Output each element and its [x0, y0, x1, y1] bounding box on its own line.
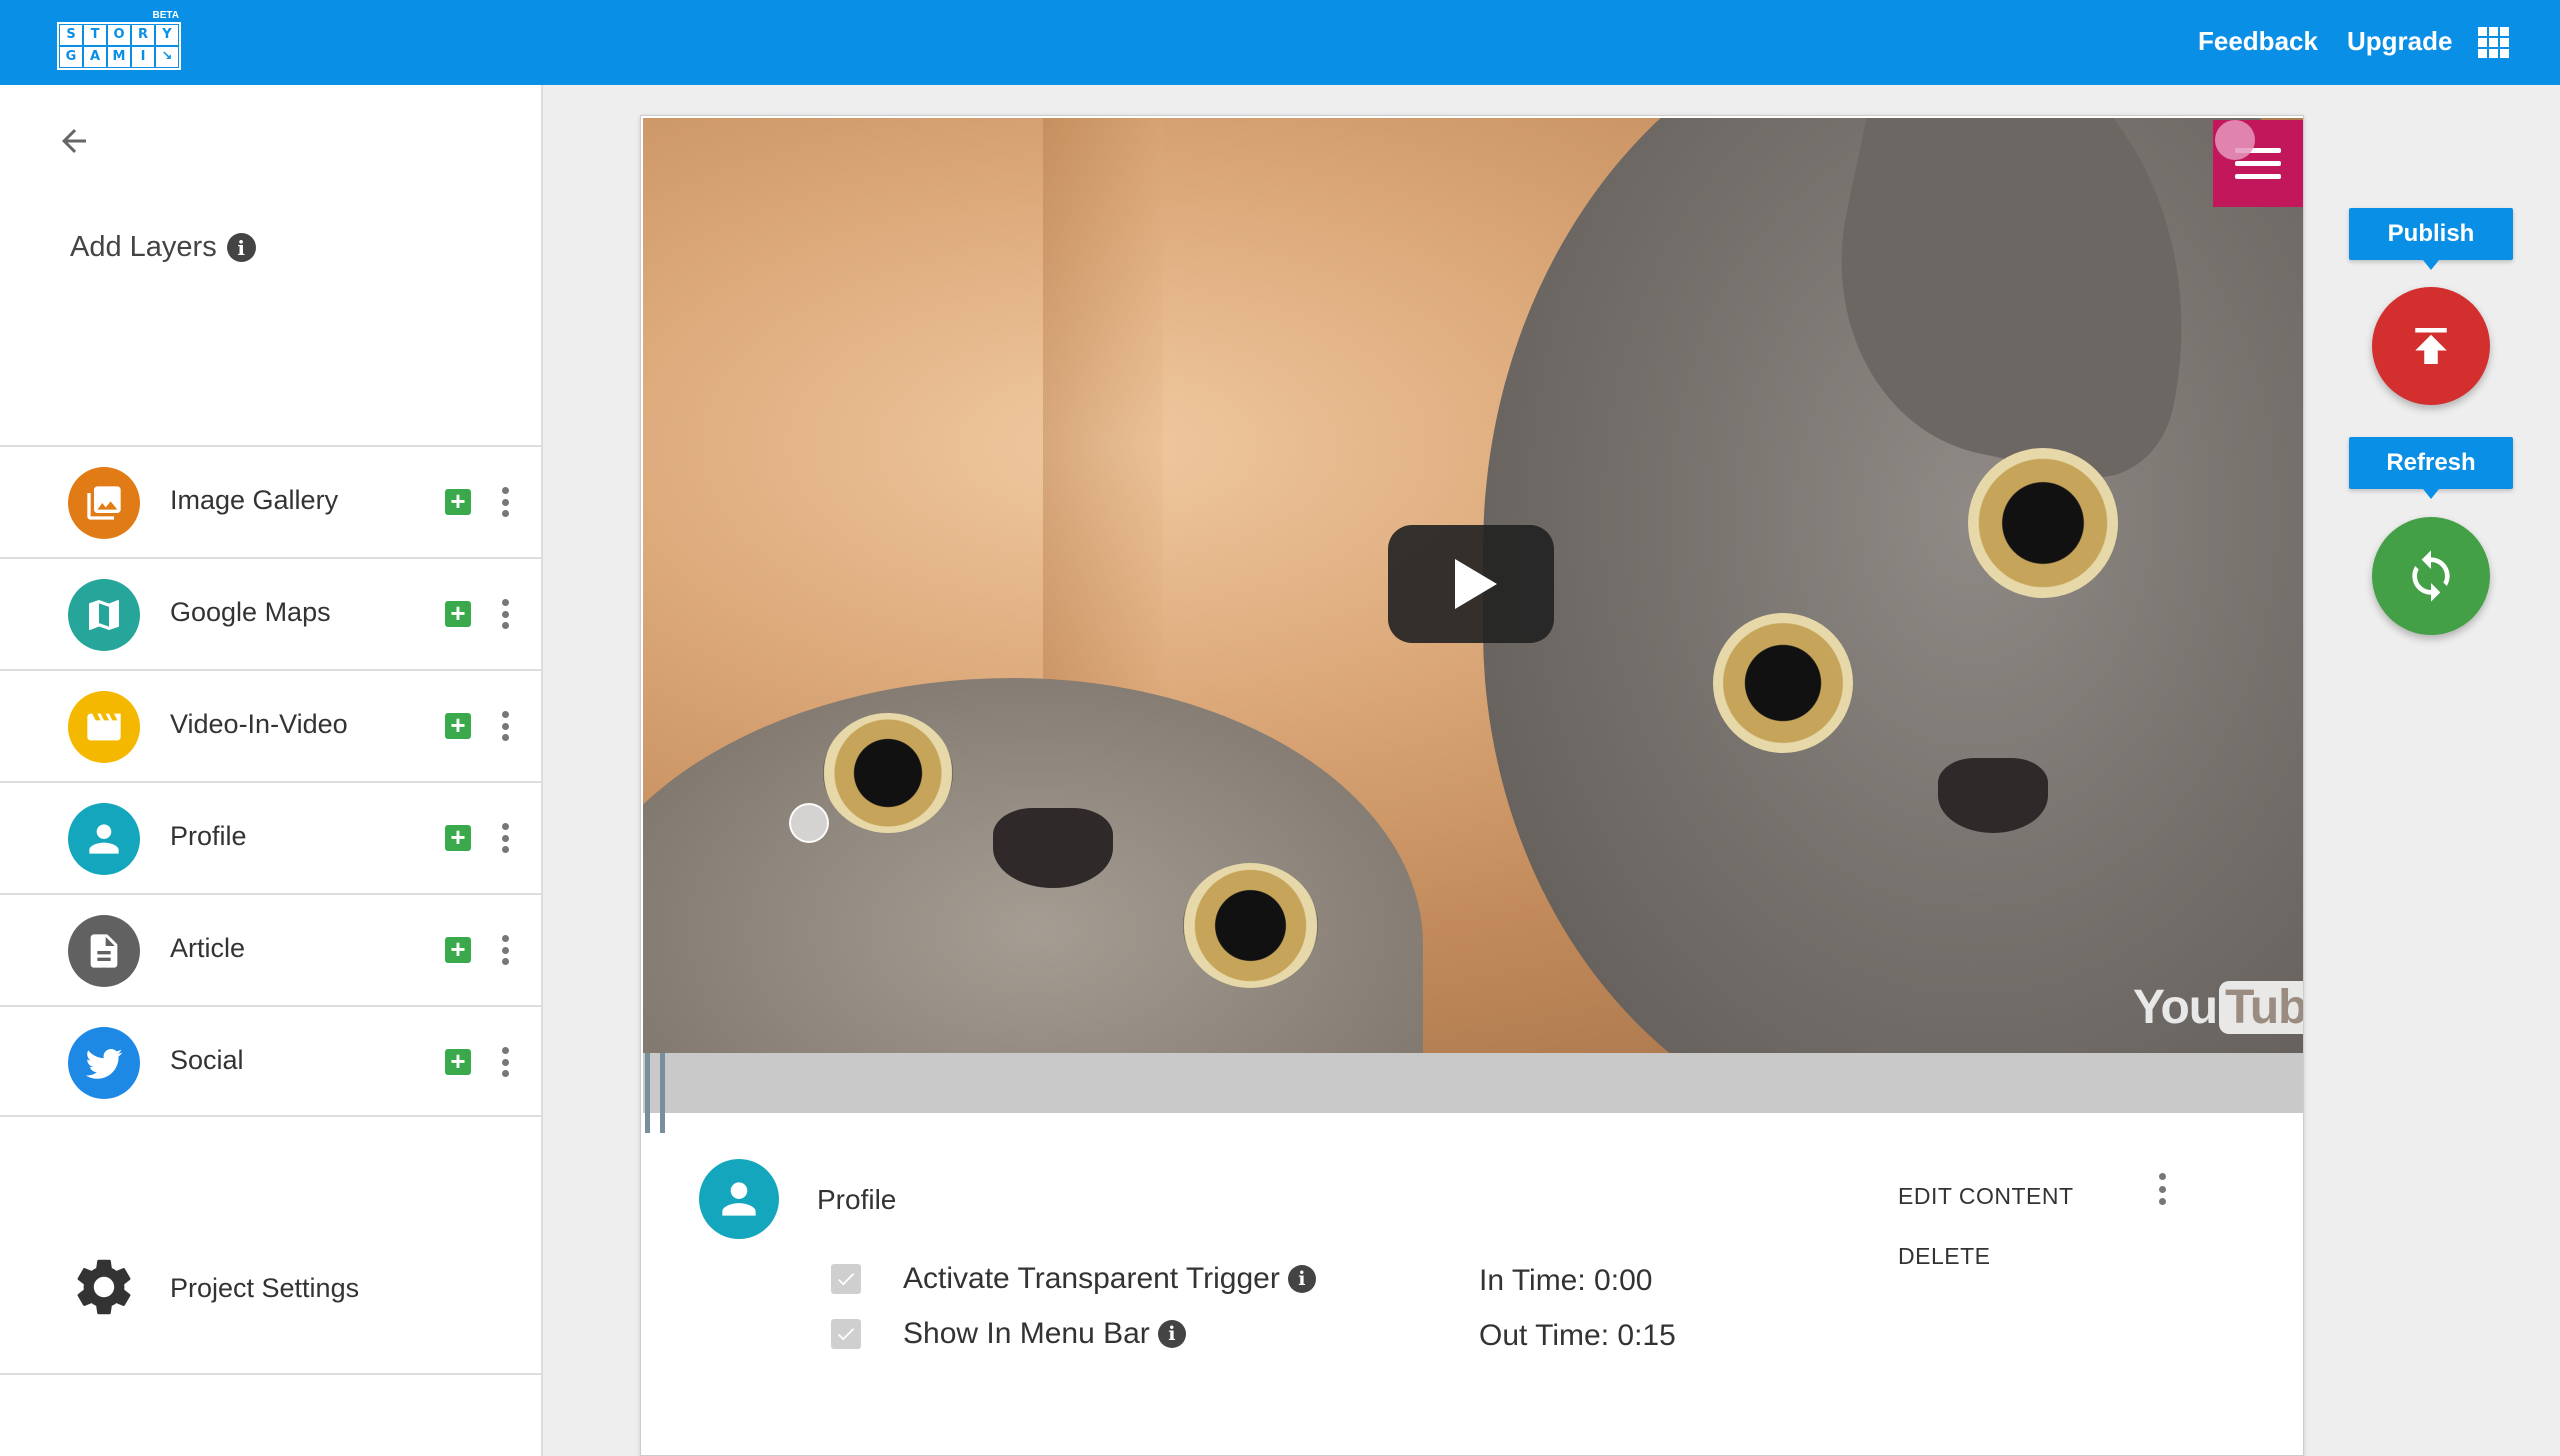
cat-eye — [1968, 448, 2118, 598]
layer-title: Profile — [817, 1184, 897, 1215]
show-in-menu-bar-option: Show In Menu Bar i — [831, 1314, 1186, 1354]
layer-label: Image Gallery — [170, 485, 339, 515]
transparent-trigger-option: Activate Transparent Trigger i — [831, 1259, 1316, 1299]
clapperboard-icon — [68, 691, 140, 763]
beta-badge: BETA — [152, 10, 179, 21]
project-settings-item[interactable]: Project Settings — [0, 1205, 543, 1375]
layer-item-profile[interactable]: Profile + — [0, 781, 543, 893]
logo-letter: ↘ — [155, 46, 179, 68]
image-gallery-icon — [68, 467, 140, 539]
logo-letter: T — [83, 24, 107, 46]
layer-label: Video-In-Video — [170, 709, 348, 739]
add-layers-title: Add Layers — [70, 231, 217, 263]
person-icon — [699, 1159, 779, 1239]
logo-letter: O — [107, 24, 131, 46]
cat-eye — [1713, 613, 1853, 753]
layer-trigger-marker[interactable] — [2215, 120, 2255, 160]
cat-nose — [993, 808, 1113, 888]
cat-nose — [1938, 758, 2048, 833]
refresh-button[interactable] — [2372, 517, 2490, 635]
add-layers-heading: Add Layers i — [70, 231, 256, 264]
info-icon[interactable]: i — [1287, 1265, 1316, 1293]
feedback-link[interactable]: Feedback — [2198, 26, 2318, 57]
more-options-icon[interactable] — [2158, 1173, 2166, 1205]
refresh-tooltip[interactable]: Refresh — [2349, 437, 2513, 499]
layer-label: Social — [170, 1045, 244, 1075]
person-icon — [68, 803, 140, 875]
logo-letter: A — [83, 46, 107, 68]
storygami-logo[interactable]: BETA S T O R Y G A M I ↘ — [57, 10, 181, 70]
timeline-bar[interactable] — [643, 1053, 2303, 1113]
transparent-trigger-checkbox[interactable] — [831, 1264, 861, 1294]
layer-type-list: Image Gallery + Google Maps + Video-In-V… — [0, 445, 543, 1117]
youtube-logo: YouTube — [2133, 980, 2303, 1035]
layer-item-video-in-video[interactable]: Video-In-Video + — [0, 669, 543, 781]
video-player[interactable]: YouTube — [643, 118, 2303, 1053]
layer-item-google-maps[interactable]: Google Maps + — [0, 557, 543, 669]
more-options-icon[interactable] — [501, 599, 509, 629]
document-icon — [68, 915, 140, 987]
more-options-icon[interactable] — [501, 1047, 509, 1077]
more-options-icon[interactable] — [501, 935, 509, 965]
layer-label: Article — [170, 933, 246, 963]
cat-eye — [1183, 863, 1318, 988]
publish-icon — [2415, 328, 2447, 364]
layer-label: Profile — [170, 821, 247, 851]
layers-sidebar: Add Layers i Image Gallery + Google Maps… — [0, 85, 543, 1456]
gear-icon — [77, 1259, 131, 1315]
play-icon — [1455, 559, 1497, 609]
map-icon — [68, 579, 140, 651]
layer-item-social[interactable]: Social + — [0, 1005, 543, 1117]
logo-letter: M — [107, 46, 131, 68]
add-layer-button[interactable]: + — [445, 712, 471, 739]
out-time-label: Out Time: — [1479, 1319, 1610, 1352]
top-app-bar: BETA S T O R Y G A M I ↘ Feedback Upgrad… — [0, 0, 2560, 85]
story-editor: YouTube Profile EDIT CONTENT DELETE Acti… — [640, 115, 2304, 1456]
apps-grid-icon[interactable] — [2478, 27, 2509, 58]
layer-trigger-marker[interactable] — [789, 803, 829, 843]
info-icon[interactable]: i — [1157, 1320, 1186, 1348]
add-layer-button[interactable]: + — [445, 1048, 471, 1075]
publish-tooltip[interactable]: Publish — [2349, 208, 2513, 270]
layer-item-image-gallery[interactable]: Image Gallery + — [0, 445, 543, 557]
logo-letter: R — [131, 24, 155, 46]
arrow-back-icon[interactable] — [56, 123, 92, 159]
logo-letter: G — [59, 46, 83, 68]
logo-letter: S — [59, 24, 83, 46]
twitter-bird-icon — [68, 1027, 140, 1099]
logo-grid: S T O R Y G A M I ↘ — [57, 22, 181, 70]
out-time: Out Time: 0:15 — [1479, 1319, 1676, 1353]
layer-item-article[interactable]: Article + — [0, 893, 543, 1005]
timeline-playhead[interactable] — [645, 1053, 667, 1133]
show-in-menu-bar-checkbox[interactable] — [831, 1319, 861, 1349]
refresh-icon — [2412, 550, 2450, 602]
add-layer-button[interactable]: + — [445, 936, 471, 963]
publish-button[interactable] — [2372, 287, 2490, 405]
in-time-label: In Time: — [1479, 1264, 1586, 1297]
layer-label: Google Maps — [170, 597, 331, 627]
project-settings-label: Project Settings — [170, 1273, 360, 1303]
add-layer-button[interactable]: + — [445, 600, 471, 627]
in-time-value[interactable]: 0:00 — [1594, 1264, 1652, 1297]
cat-eye — [823, 713, 953, 833]
info-icon[interactable]: i — [226, 233, 256, 262]
add-layer-button[interactable]: + — [445, 488, 471, 515]
more-options-icon[interactable] — [501, 487, 509, 517]
logo-letter: Y — [155, 24, 179, 46]
transparent-trigger-label: Activate Transparent Trigger i — [903, 1262, 1316, 1296]
more-options-icon[interactable] — [501, 711, 509, 741]
upgrade-link[interactable]: Upgrade — [2347, 26, 2452, 57]
out-time-value[interactable]: 0:15 — [1617, 1319, 1675, 1352]
more-options-icon[interactable] — [501, 823, 509, 853]
play-button[interactable] — [1388, 525, 1554, 643]
edit-content-button[interactable]: EDIT CONTENT — [1898, 1183, 2074, 1210]
add-layer-button[interactable]: + — [445, 824, 471, 851]
in-time: In Time: 0:00 — [1479, 1264, 1652, 1298]
logo-letter: I — [131, 46, 155, 68]
delete-button[interactable]: DELETE — [1898, 1243, 1990, 1270]
show-in-menu-bar-label: Show In Menu Bar i — [903, 1317, 1186, 1351]
